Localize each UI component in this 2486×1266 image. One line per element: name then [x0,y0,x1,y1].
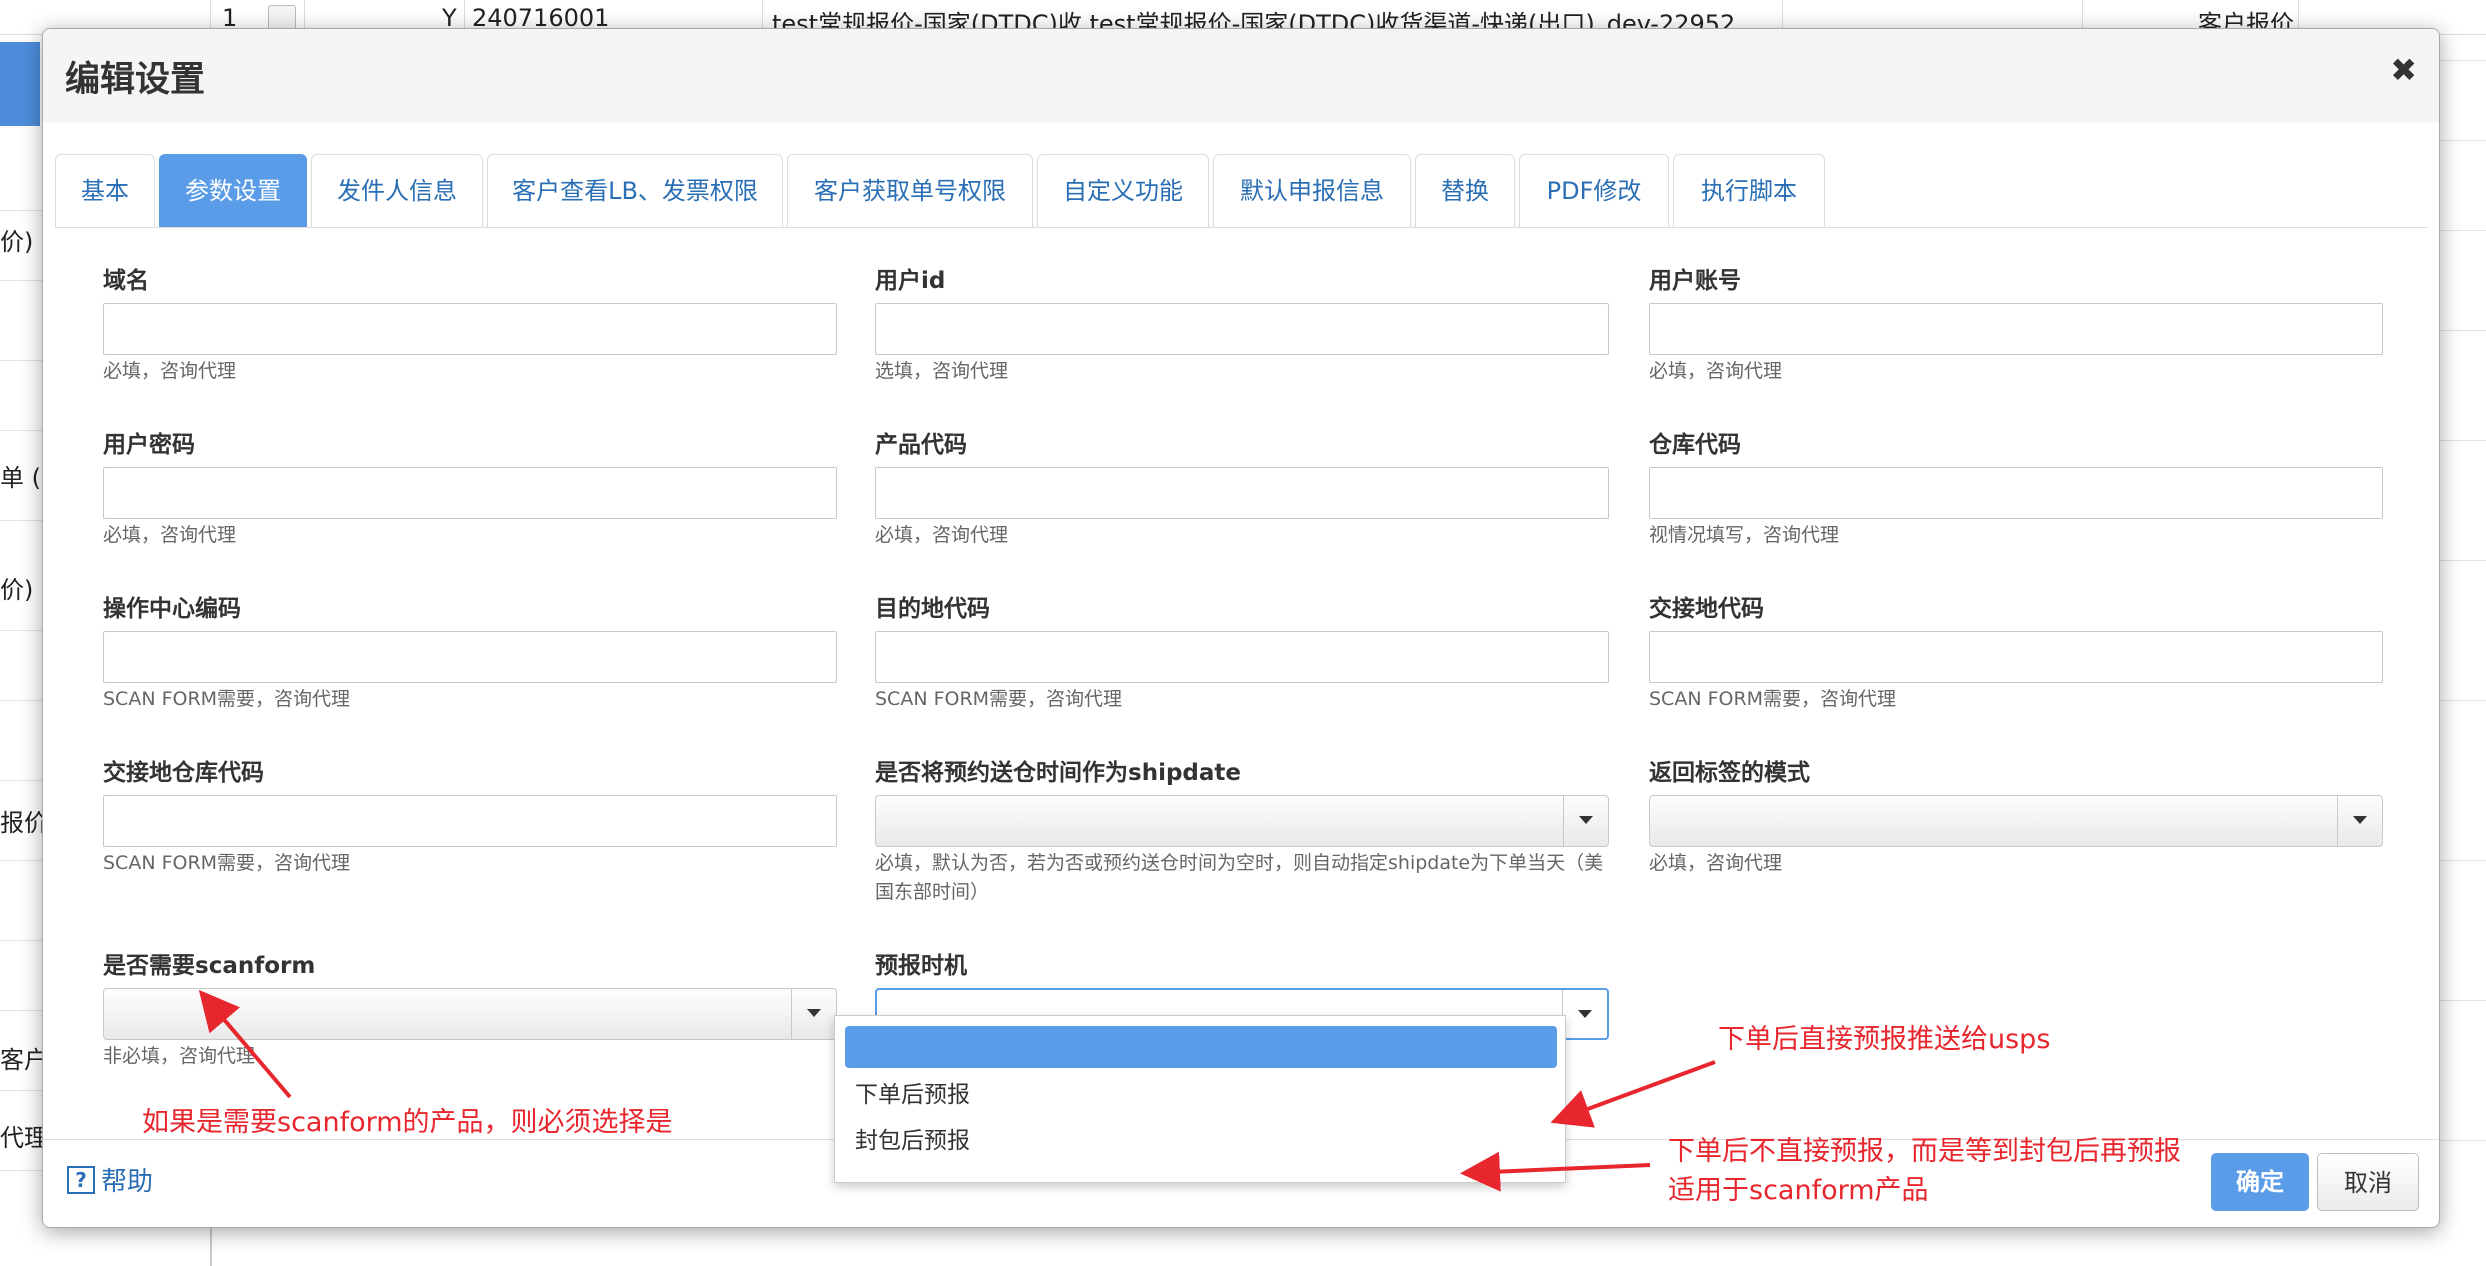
annotation-after-pack-line2: 适用于scanform产品 [1668,1175,1929,1206]
arrow-to-scanform-select [198,989,292,1099]
annotation-after-pack-line1: 下单后不直接预报，而是等到封包后再预报 [1668,1136,2181,1167]
annotation-arrows [198,989,1716,1192]
arrow-to-after-order-option [1550,1060,1716,1128]
arrow-to-after-pack-option [1460,1151,1651,1192]
annotation-scanform: 如果是需要scanform的产品，则必须选择是 [142,1107,673,1138]
annotation-after-order: 下单后直接预报推送给usps [1718,1024,2051,1055]
